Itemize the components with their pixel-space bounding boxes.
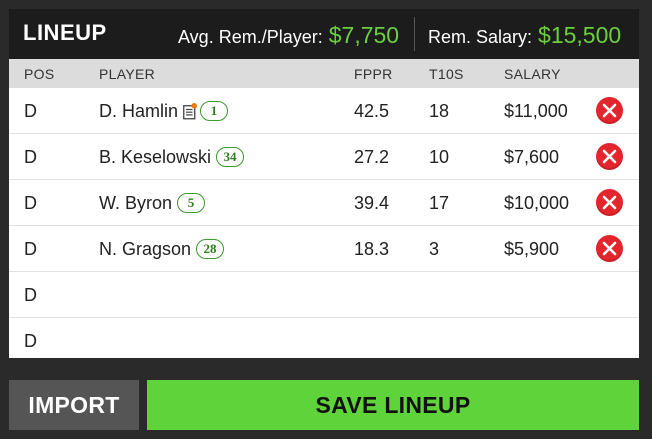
avg-remaining-per-player: Avg. Rem./Player: $7,750	[178, 23, 399, 49]
column-header-pos[interactable]: POS	[24, 66, 54, 82]
news-doc-icon[interactable]	[183, 103, 198, 120]
column-header-player[interactable]: PLAYER	[99, 66, 155, 82]
lineup-title: LINEUP	[23, 20, 107, 45]
remove-player-button[interactable]	[596, 235, 623, 262]
row-player: W. Byron 5	[99, 192, 206, 214]
lineup-header: LINEUP Avg. Rem./Player: $7,750 Rem. Sal…	[9, 9, 639, 59]
row-salary: $11,000	[504, 101, 568, 121]
table-row: D D. Hamlin 1 42.5 18 $11,000	[9, 88, 639, 134]
empty-slot-row[interactable]: D	[9, 272, 639, 318]
row-fppr: 27.2	[354, 147, 390, 167]
table-row: D N. Gragson 28 18.3 3 $5,900	[9, 226, 639, 272]
avg-remaining-label: Avg. Rem./Player:	[178, 27, 323, 47]
row-salary: $10,000	[504, 193, 570, 213]
row-pos: D	[24, 101, 37, 121]
empty-slot-row[interactable]: D	[9, 318, 639, 363]
avg-remaining-value: $7,750	[328, 22, 400, 48]
remaining-salary-value: $15,500	[538, 22, 622, 48]
row-pos: D	[24, 331, 37, 351]
table-row: D W. Byron 5 39.4 17 $10,000	[9, 180, 639, 226]
row-salary: $5,900	[504, 239, 560, 259]
car-number-badge: 1	[200, 101, 229, 121]
player-name[interactable]: N. Gragson	[99, 238, 191, 260]
car-number-badge: 5	[177, 193, 206, 213]
row-t10s: 17	[429, 193, 450, 213]
car-number-badge: 28	[196, 239, 225, 259]
import-button[interactable]: IMPORT	[9, 380, 139, 430]
header-divider	[414, 17, 415, 51]
row-fppr: 39.4	[354, 193, 390, 213]
column-header-salary[interactable]: SALARY	[504, 66, 561, 82]
player-name[interactable]: D. Hamlin	[99, 100, 178, 122]
player-name[interactable]: W. Byron	[99, 192, 172, 214]
car-number-badge: 34	[216, 147, 245, 167]
row-pos: D	[24, 147, 37, 167]
player-name[interactable]: B. Keselowski	[99, 146, 211, 168]
close-icon	[602, 241, 617, 256]
column-header-t10s[interactable]: T10S	[429, 66, 464, 82]
row-pos: D	[24, 239, 37, 259]
remaining-salary: Rem. Salary: $15,500	[428, 23, 621, 49]
save-lineup-button[interactable]: SAVE LINEUP	[147, 380, 639, 430]
remove-player-button[interactable]	[596, 189, 623, 216]
row-player: D. Hamlin 1	[99, 100, 229, 122]
row-salary: $7,600	[504, 147, 560, 167]
row-pos: D	[24, 193, 37, 213]
row-fppr: 18.3	[354, 239, 390, 259]
close-icon	[602, 195, 617, 210]
close-icon	[602, 103, 617, 118]
remove-player-button[interactable]	[596, 143, 623, 170]
close-icon	[602, 149, 617, 164]
column-header-row: POS PLAYER FPPR T10S SALARY	[9, 59, 639, 88]
remove-player-button[interactable]	[596, 97, 623, 124]
row-fppr: 42.5	[354, 101, 390, 121]
row-pos: D	[24, 285, 37, 305]
column-header-fppr[interactable]: FPPR	[354, 66, 393, 82]
row-t10s: 18	[429, 101, 450, 121]
row-t10s: 3	[429, 239, 440, 259]
remaining-salary-label: Rem. Salary:	[428, 27, 533, 47]
row-player: N. Gragson 28	[99, 238, 225, 260]
lineup-panel: LINEUP Avg. Rem./Player: $7,750 Rem. Sal…	[9, 9, 639, 358]
table-row: D B. Keselowski 34 27.2 10 $7,600	[9, 134, 639, 180]
row-t10s: 10	[429, 147, 450, 167]
row-player: B. Keselowski 34	[99, 146, 245, 168]
